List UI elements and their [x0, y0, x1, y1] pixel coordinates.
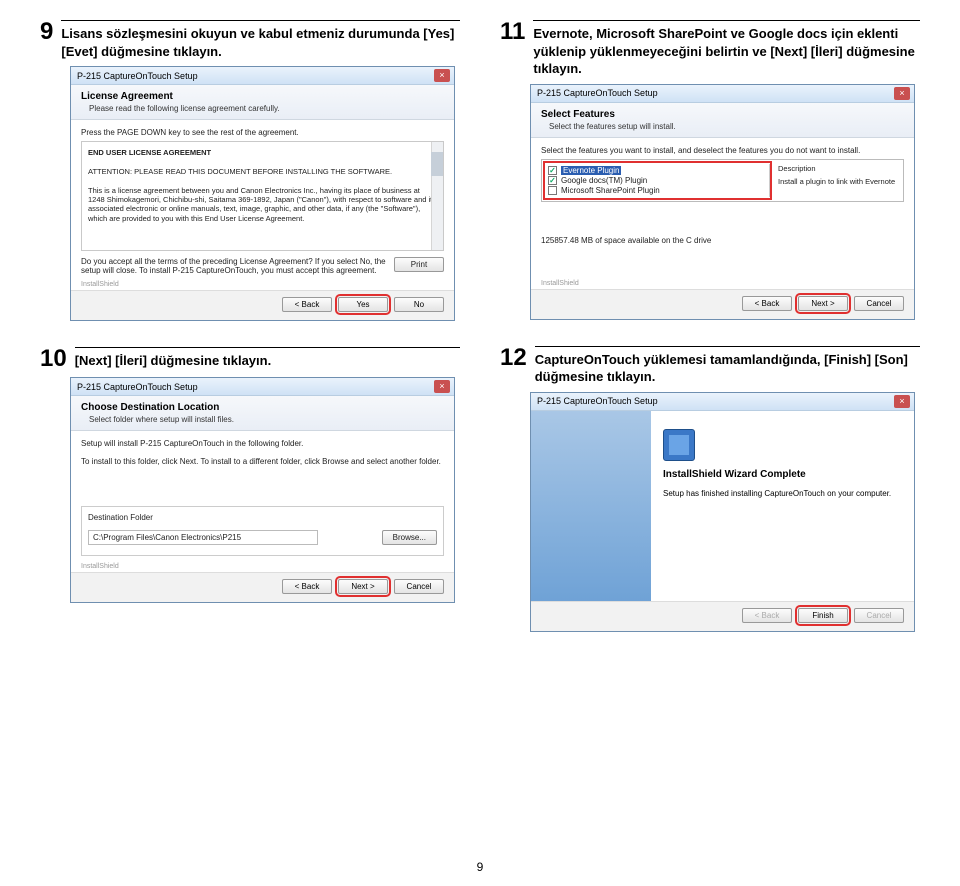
cancel-button[interactable]: Cancel	[394, 579, 444, 594]
scrollbar-track[interactable]	[431, 142, 443, 250]
dest-line2: To install to this folder, click Next. T…	[81, 457, 444, 466]
back-button: < Back	[742, 608, 792, 623]
license-note: Press the PAGE DOWN key to see the rest …	[81, 128, 444, 137]
titlebar: P-215 CaptureOnTouch Setup ×	[531, 393, 914, 411]
step-title: [Next] [İleri] düğmesine tıklayın.	[75, 347, 460, 371]
dialog-sub: Select the features setup will install.	[541, 122, 904, 131]
feature-label: Evernote Plugin	[561, 166, 621, 175]
step-11: 11 Evernote, Microsoft SharePoint ve Goo…	[500, 20, 920, 78]
titlebar: P-215 CaptureOnTouch Setup ×	[531, 85, 914, 103]
step-10: 10 [Next] [İleri] düğmesine tıklayın.	[40, 347, 460, 371]
step-number: 10	[40, 347, 67, 371]
feature-row[interactable]: Google docs(TM) Plugin	[548, 176, 767, 185]
installshield-label: InstallShield	[71, 279, 454, 290]
eula-title: END USER LICENSE AGREEMENT	[88, 148, 437, 157]
titlebar: P-215 CaptureOnTouch Setup ×	[71, 378, 454, 396]
step-title: Lisans sözleşmesini okuyun ve kabul etme…	[61, 20, 460, 60]
feature-row[interactable]: Evernote Plugin	[548, 166, 767, 175]
license-question: Do you accept all the terms of the prece…	[81, 257, 386, 275]
eula-attention: ATTENTION: PLEASE READ THIS DOCUMENT BEF…	[88, 167, 437, 176]
desc-head: Description	[778, 164, 899, 173]
dialog-destination: P-215 CaptureOnTouch Setup × Choose Dest…	[70, 377, 455, 603]
step-title: CaptureOnTouch yüklemesi tamamlandığında…	[535, 346, 920, 386]
yes-button[interactable]: Yes	[338, 297, 388, 312]
dialog-head: License Agreement	[81, 91, 444, 102]
back-button[interactable]: < Back	[282, 297, 332, 312]
dialog-head: Select Features	[541, 109, 904, 120]
dest-line1: Setup will install P-215 CaptureOnTouch …	[81, 439, 444, 448]
step-12: 12 CaptureOnTouch yüklemesi tamamlandığı…	[500, 346, 920, 386]
setup-icon	[663, 429, 695, 461]
close-icon[interactable]: ×	[434, 380, 450, 393]
next-button[interactable]: Next >	[338, 579, 388, 594]
cancel-button[interactable]: Cancel	[854, 296, 904, 311]
titlebar: P-215 CaptureOnTouch Setup ×	[71, 67, 454, 85]
features-instruction: Select the features you want to install,…	[541, 146, 904, 155]
dialog-header: Choose Destination Location Select folde…	[71, 396, 454, 431]
step-title: Evernote, Microsoft SharePoint ve Google…	[533, 20, 920, 78]
page-number: 9	[0, 860, 960, 874]
dialog-header: License Agreement Please read the follow…	[71, 85, 454, 120]
desc-body: Install a plugin to link with Evernote	[778, 177, 899, 186]
back-button[interactable]: < Back	[742, 296, 792, 311]
eula-scrollbox[interactable]: END USER LICENSE AGREEMENT ATTENTION: PL…	[81, 141, 444, 251]
disk-space: 125857.48 MB of space available on the C…	[541, 236, 904, 245]
step-number: 11	[500, 20, 525, 78]
features-box: Evernote Plugin Google docs(TM) Plugin M…	[541, 159, 904, 202]
dialog-title: P-215 CaptureOnTouch Setup	[537, 396, 658, 406]
next-button[interactable]: Next >	[798, 296, 848, 311]
feature-label: Microsoft SharePoint Plugin	[561, 186, 660, 195]
back-button[interactable]: < Back	[282, 579, 332, 594]
dialog-complete: P-215 CaptureOnTouch Setup × InstallShie…	[530, 392, 915, 632]
browse-button[interactable]: Browse...	[382, 530, 437, 545]
installshield-label: InstallShield	[531, 278, 914, 289]
step-number: 12	[500, 346, 527, 386]
dialog-title: P-215 CaptureOnTouch Setup	[77, 382, 198, 392]
step-number: 9	[40, 20, 53, 60]
dialog-sub: Select folder where setup will install f…	[81, 415, 444, 424]
complete-head: InstallShield Wizard Complete	[663, 469, 902, 480]
checkbox-icon[interactable]	[548, 176, 557, 185]
eula-body: This is a license agreement between you …	[88, 186, 437, 224]
dest-label: Destination Folder	[88, 513, 437, 522]
feature-label: Google docs(TM) Plugin	[561, 176, 647, 185]
dialog-features: P-215 CaptureOnTouch Setup × Select Feat…	[530, 84, 915, 320]
checkbox-icon[interactable]	[548, 186, 557, 195]
checkbox-icon[interactable]	[548, 166, 557, 175]
no-button[interactable]: No	[394, 297, 444, 312]
dialog-header: Select Features Select the features setu…	[531, 103, 914, 138]
close-icon[interactable]: ×	[434, 69, 450, 82]
dialog-head: Choose Destination Location	[81, 402, 444, 413]
dialog-title: P-215 CaptureOnTouch Setup	[537, 88, 658, 98]
dialog-license: P-215 CaptureOnTouch Setup × License Agr…	[70, 66, 455, 321]
print-button[interactable]: Print	[394, 257, 444, 272]
close-icon[interactable]: ×	[894, 395, 910, 408]
feature-row[interactable]: Microsoft SharePoint Plugin	[548, 186, 767, 195]
installshield-label: InstallShield	[71, 561, 454, 572]
cancel-button: Cancel	[854, 608, 904, 623]
wizard-side-graphic	[531, 411, 651, 601]
dialog-title: P-215 CaptureOnTouch Setup	[77, 71, 198, 81]
complete-body: Setup has finished installing CaptureOnT…	[663, 489, 902, 498]
close-icon[interactable]: ×	[894, 87, 910, 100]
step-9: 9 Lisans sözleşmesini okuyun ve kabul et…	[40, 20, 460, 60]
scrollbar-thumb[interactable]	[431, 152, 443, 176]
dialog-sub: Please read the following license agreem…	[81, 104, 444, 113]
dest-path: C:\Program Files\Canon Electronics\P215	[88, 530, 318, 545]
finish-button[interactable]: Finish	[798, 608, 848, 623]
